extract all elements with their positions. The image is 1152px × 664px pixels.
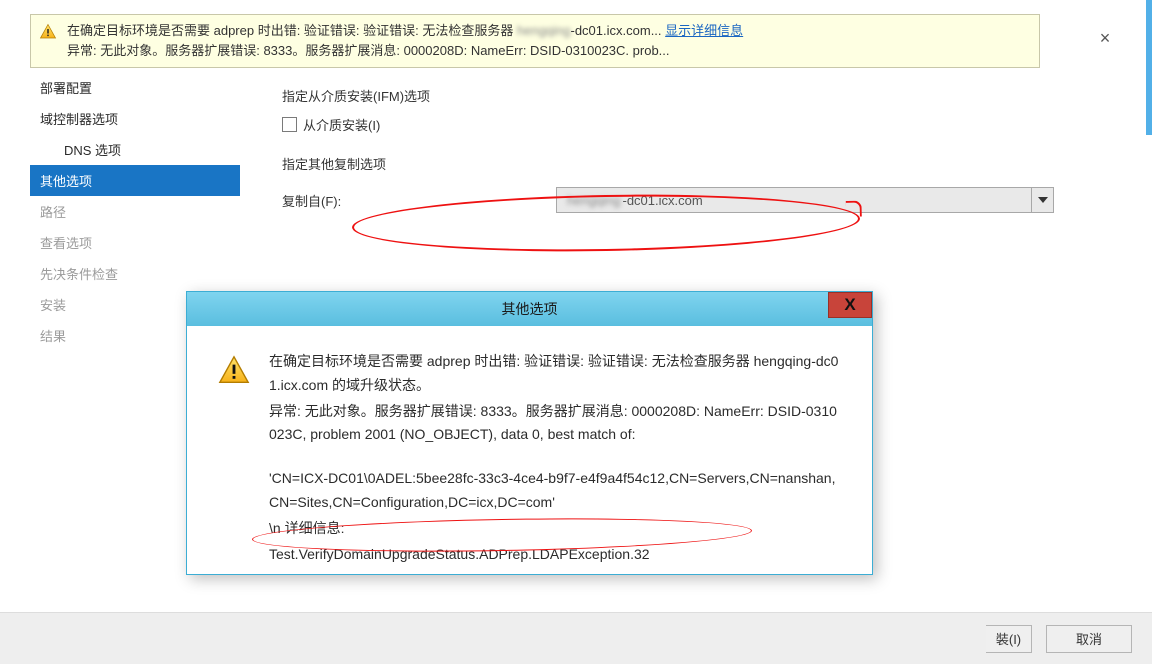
main-panel: 指定从介质安装(IFM)选项 从介质安装(I) 指定其他复制选项 复制自(F):…	[282, 82, 1054, 213]
sidebar-item-4[interactable]: 路径	[30, 196, 240, 227]
error-dialog: 其他选项 X 在确定目标环境是否需要 adprep 时出错: 验证错误: 验证错…	[186, 291, 873, 575]
warning-icon	[217, 354, 251, 388]
banner-line1b: -dc01.icx.com...	[571, 23, 662, 38]
sidebar-item-3[interactable]: 其他选项	[30, 165, 240, 196]
ifm-checkbox-label: 从介质安装(I)	[303, 115, 380, 134]
dropdown-arrow-icon[interactable]	[1031, 188, 1053, 212]
sidebar-item-2[interactable]: DNS 选项	[30, 134, 240, 165]
dialog-p2: 异常: 无此对象。服务器扩展错误: 8333。服务器扩展消息: 0000208D…	[269, 400, 842, 448]
banner-close-button[interactable]: ×	[1093, 25, 1117, 53]
sidebar-item-1[interactable]: 域控制器选项	[30, 103, 240, 134]
show-details-link[interactable]: 显示详细信息	[665, 23, 743, 38]
banner-line2: 异常: 无此对象。服务器扩展错误: 8333。服务器扩展消息: 0000208D…	[67, 41, 1029, 61]
replication-section-title: 指定其他复制选项	[282, 154, 1054, 173]
ifm-section-title: 指定从介质安装(IFM)选项	[282, 86, 1054, 105]
install-button-fragment[interactable]: 裝(I)	[986, 625, 1032, 653]
sidebar-item-6[interactable]: 先决条件检查	[30, 258, 240, 289]
dialog-titlebar: 其他选项 X	[187, 292, 872, 326]
sidebar-item-5[interactable]: 查看选项	[30, 227, 240, 258]
dialog-p5: Test.VerifyDomainUpgradeStatus.ADPrep.LD…	[269, 543, 842, 567]
dialog-p1: 在确定目标环境是否需要 adprep 时出错: 验证错误: 验证错误: 无法检查…	[269, 350, 842, 398]
dialog-p3: 'CN=ICX-DC01\0ADEL:5bee28fc-33c3-4ce4-b9…	[269, 467, 842, 515]
cancel-button[interactable]: 取消	[1046, 625, 1132, 653]
dialog-close-button[interactable]: X	[828, 292, 872, 318]
dialog-p4: \n 详细信息:	[269, 517, 842, 541]
dialog-text: 在确定目标环境是否需要 adprep 时出错: 验证错误: 验证错误: 无法检查…	[269, 350, 842, 568]
wizard-footer: 裝(I) 取消	[0, 612, 1152, 664]
replicate-from-dropdown[interactable]: hengqing-dc01.icx.com	[556, 187, 1054, 213]
ifm-checkbox[interactable]	[282, 117, 297, 132]
warning-banner: 在确定目标环境是否需要 adprep 时出错: 验证错误: 验证错误: 无法检查…	[30, 14, 1040, 68]
outer-window-border	[1146, 0, 1152, 135]
sidebar-item-0[interactable]: 部署配置	[30, 72, 240, 103]
dialog-title: 其他选项	[502, 299, 558, 319]
replicate-value-tail: -dc01.icx.com	[623, 193, 703, 208]
banner-server-blur: hengqing	[517, 23, 571, 38]
warning-icon	[39, 23, 57, 41]
banner-line1a: 在确定目标环境是否需要 adprep 时出错: 验证错误: 验证错误: 无法检查…	[67, 23, 513, 38]
replicate-value-blur: hengqing	[567, 193, 621, 208]
replicate-from-label: 复制自(F):	[282, 191, 542, 210]
